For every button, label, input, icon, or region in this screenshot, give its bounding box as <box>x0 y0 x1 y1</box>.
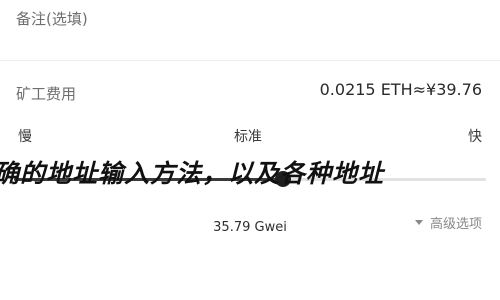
advanced-options-label: 高级选项 <box>429 217 482 232</box>
miner-fee-label: 矿工费用 <box>16 85 77 103</box>
advanced-options-toggle[interactable]: 高级选项 <box>414 213 482 232</box>
speed-fast-label: 快 <box>468 129 482 145</box>
divider <box>0 60 500 61</box>
transfer-fee-panel: 备注(选填) 矿工费用 0.0215 ETH≈¥39.76 慢 标准 快 确的地… <box>0 0 500 300</box>
caret-down-icon <box>414 220 423 225</box>
miner-fee-value: 0.0215 ETH≈¥39.76 <box>319 80 482 99</box>
overlay-banner-text: 确的地址输入方法，以及各种地址 <box>0 159 385 188</box>
speed-standard-label: 标准 <box>234 129 262 145</box>
note-field-label[interactable]: 备注(选填) <box>16 8 88 29</box>
speed-slow-label: 慢 <box>18 129 32 145</box>
